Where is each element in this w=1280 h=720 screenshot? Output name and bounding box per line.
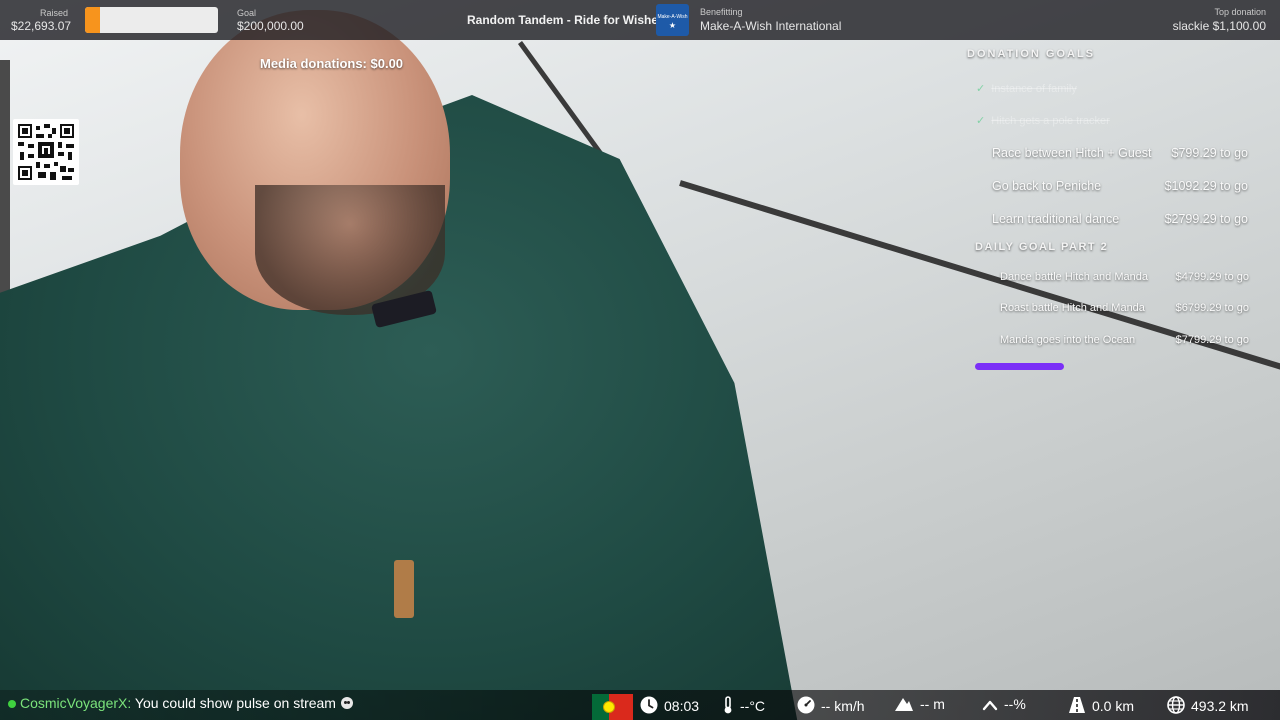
clock-value: 08:03 bbox=[664, 698, 700, 714]
event-title: Random Tandem - Ride for Wishes bbox=[467, 13, 665, 27]
goal-amount-remaining: $2799.29 to go bbox=[1164, 212, 1248, 226]
speedometer-icon bbox=[797, 696, 815, 717]
raised-label: Raised bbox=[40, 8, 69, 18]
mountain-icon bbox=[894, 696, 914, 715]
completed-goal: ✓ Instance of family bbox=[976, 82, 1077, 95]
qr-code[interactable] bbox=[13, 119, 79, 185]
jacket-zipper-pull bbox=[394, 560, 414, 618]
charity-logo-text: Make-A-Wish bbox=[657, 14, 688, 20]
altitude-stat: -- m bbox=[894, 696, 945, 715]
speed-value: -- km/h bbox=[821, 698, 865, 714]
goal-label: Go back to Peniche bbox=[992, 179, 1102, 193]
altitude-value: -- m bbox=[920, 696, 945, 712]
completed-goal-label: Hitch gets a pole tracker bbox=[991, 115, 1110, 127]
donation-goals-heading: DONATION GOALS bbox=[967, 48, 1096, 60]
goal-item: Race between Hitch + Guest $799.29 to go bbox=[992, 146, 1248, 160]
clock-icon bbox=[640, 696, 658, 717]
road-icon bbox=[1068, 696, 1086, 717]
goal-label: Goal bbox=[237, 8, 257, 18]
checkmark-icon: ✓ bbox=[976, 115, 986, 127]
completed-goal-label: Instance of family bbox=[991, 83, 1077, 95]
chat-message: CosmicVoyagerX: You could show pulse on … bbox=[8, 695, 353, 711]
total-distance-value: 493.2 km bbox=[1191, 698, 1249, 714]
chat-username: CosmicVoyagerX: bbox=[20, 695, 132, 711]
goal-amount-remaining: $6799.29 to go bbox=[1175, 302, 1249, 314]
goal-progress-bar bbox=[975, 363, 1064, 370]
goal-amount: $200,000.00 bbox=[237, 19, 304, 33]
goal-label: Race between Hitch + Guest bbox=[992, 146, 1152, 160]
goal-amount-remaining: $1092.29 to go bbox=[1164, 179, 1248, 193]
distance-value: 0.0 km bbox=[1092, 698, 1135, 714]
daily-goal-heading: DAILY GOAL PART 2 bbox=[975, 241, 1109, 253]
donation-progress-bar bbox=[85, 7, 218, 33]
benefitting-label: Benefitting bbox=[700, 7, 743, 17]
completed-goal: ✓ Hitch gets a pole tracker bbox=[976, 114, 1110, 127]
incline-value: --% bbox=[1004, 696, 1026, 712]
portugal-flag-icon bbox=[592, 694, 633, 720]
goal-label: Learn traditional dance bbox=[992, 212, 1120, 226]
donation-topbar: Raised $22,693.07 Goal $200,000.00 Rando… bbox=[0, 0, 1280, 40]
goal-label: Roast battle Hitch and Manda bbox=[1000, 302, 1145, 314]
star-icon: ★ bbox=[668, 21, 677, 30]
donation-progress-fill bbox=[85, 7, 101, 33]
incline-icon bbox=[982, 698, 998, 715]
raised-amount: $22,693.07 bbox=[11, 19, 72, 33]
benefitting-charity: Make-A-Wish International bbox=[700, 19, 842, 33]
incline-stat: --% bbox=[982, 696, 1026, 715]
temperature-value: --°C bbox=[740, 698, 766, 714]
temperature-stat: --°C bbox=[722, 696, 765, 717]
make-a-wish-logo: Make-A-Wish ★ bbox=[656, 4, 689, 36]
total-distance-stat: 493.2 km bbox=[1167, 696, 1249, 717]
goal-item: Roast battle Hitch and Manda $6799.29 to… bbox=[1000, 302, 1249, 314]
thermometer-icon bbox=[722, 696, 734, 717]
checkmark-icon: ✓ bbox=[976, 83, 986, 95]
chat-status-icon bbox=[8, 700, 16, 708]
globe-icon bbox=[1167, 696, 1185, 717]
goal-label: Manda goes into the Ocean bbox=[1000, 334, 1136, 346]
telemetry-bottombar: CosmicVoyagerX: You could show pulse on … bbox=[0, 690, 1280, 720]
goal-item: Dance battle Hitch and Manda $4799.29 to… bbox=[1000, 271, 1249, 283]
speed-stat: -- km/h bbox=[797, 696, 865, 717]
top-donation-value: slackie $1,100.00 bbox=[1172, 19, 1266, 33]
goal-item: Go back to Peniche $1092.29 to go bbox=[992, 179, 1248, 193]
goal-amount-remaining: $799.29 to go bbox=[1171, 146, 1248, 160]
goal-item: Learn traditional dance $2799.29 to go bbox=[992, 212, 1248, 226]
goal-item: Manda goes into the Ocean $7799.29 to go bbox=[1000, 334, 1249, 346]
top-donation-label: Top donation bbox=[1214, 7, 1266, 17]
goal-amount-remaining: $4799.29 to go bbox=[1175, 271, 1249, 283]
skull-emote-icon bbox=[340, 697, 353, 709]
media-donations-total: Media donations: $0.00 bbox=[260, 56, 404, 71]
stream-video-frame bbox=[0, 0, 1280, 720]
chat-text: You could show pulse on stream bbox=[134, 695, 336, 711]
goal-label: Dance battle Hitch and Manda bbox=[1000, 271, 1148, 283]
clock-stat: 08:03 bbox=[640, 696, 699, 717]
qr-code-pattern bbox=[18, 124, 74, 180]
distance-stat: 0.0 km bbox=[1068, 696, 1134, 717]
goal-amount-remaining: $7799.29 to go bbox=[1175, 334, 1249, 346]
